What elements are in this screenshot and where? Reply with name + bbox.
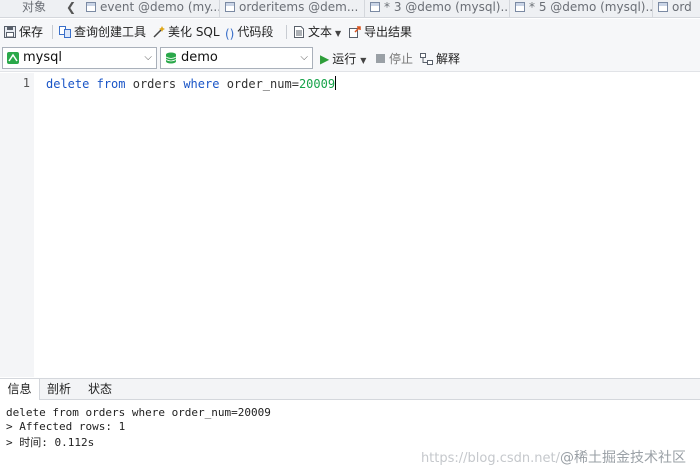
tab-query-3[interactable]: * 3 @demo (mysql)... <box>366 0 510 17</box>
export-results-label: 导出结果 <box>364 25 413 39</box>
toolbar-divider <box>52 25 53 39</box>
server-select[interactable]: mysql ⌵ <box>2 47 157 69</box>
beautify-sql-button[interactable]: 美化 SQL <box>153 23 220 41</box>
mysql-connection-icon <box>7 52 19 64</box>
query-builder-button[interactable]: 查询创建工具 <box>59 23 146 41</box>
tab-bar: 对象 ❮ event @demo (my... orderitems @dem.… <box>0 0 700 18</box>
table-icon <box>86 2 96 12</box>
code-line[interactable]: delete from orders where order_num=20009 <box>46 76 337 91</box>
chevron-left-icon[interactable]: ❮ <box>66 0 76 14</box>
line-number-gutter: 1 <box>0 73 34 377</box>
watermark-brand: @稀土掘金技术社区 <box>560 450 686 466</box>
play-icon: ▶ <box>320 52 330 66</box>
tab-profile[interactable]: 剖析 <box>40 379 78 400</box>
identifier-token: orders <box>132 77 177 91</box>
query-icon <box>370 2 380 12</box>
save-button[interactable]: 保存 <box>4 23 43 41</box>
watermark: https://blog.csdn.net/@稀土掘金技术社区 <box>421 447 686 467</box>
toolbar: 保存 查询创建工具 美化 SQL () 代码段 文本 ▼ 导出结果 <box>0 19 700 45</box>
tab-event[interactable]: event @demo (my... <box>82 0 220 17</box>
output-line: > Affected rows: 1 <box>6 420 126 433</box>
line-number: 1 <box>22 76 30 90</box>
table-icon <box>658 2 668 12</box>
tab-message[interactable]: 信息 <box>0 379 40 400</box>
beautify-sql-label: 美化 SQL <box>168 25 220 39</box>
parentheses-icon: () <box>225 27 235 41</box>
query-builder-label: 查询创建工具 <box>74 25 147 39</box>
database-select[interactable]: demo ⌵ <box>160 47 313 69</box>
export-icon <box>349 26 361 38</box>
stop-button[interactable]: 停止 <box>376 50 413 68</box>
tab-label: ord <box>672 0 692 14</box>
output-line: delete from orders where order_num=20009 <box>6 406 271 419</box>
number-token: 20009 <box>298 77 336 91</box>
identifier-token: order_num= <box>226 77 299 91</box>
tab-status[interactable]: 状态 <box>80 379 120 400</box>
database-icon <box>165 52 177 64</box>
message-output: delete from orders where order_num=20009… <box>0 401 700 475</box>
keyword-token: where <box>183 77 220 91</box>
table-icon <box>225 2 235 12</box>
query-builder-icon <box>59 26 71 38</box>
keyword-token: from <box>96 77 126 91</box>
database-select-value: demo <box>181 50 218 65</box>
watermark-url: https://blog.csdn.net/ <box>420 451 560 466</box>
save-label: 保存 <box>19 25 44 39</box>
export-results-button[interactable]: 导出结果 <box>349 23 412 41</box>
dropdown-arrow-icon[interactable]: ▼ <box>360 56 366 65</box>
tab-label: * 5 @demo (mysql)... <box>529 0 653 14</box>
magic-wand-icon <box>153 26 165 38</box>
explain-icon <box>420 53 433 65</box>
tab-label: event @demo (my... <box>100 0 220 14</box>
tab-label: 对象 <box>22 0 47 14</box>
connection-bar: mysql ⌵ demo ⌵ ▶ 运行 ▼ 停止 解释 <box>0 45 700 72</box>
code-snippet-button[interactable]: () 代码段 <box>225 23 273 41</box>
chevron-down-icon: ⌵ <box>144 52 152 63</box>
text-button[interactable]: 文本 ▼ <box>293 23 341 41</box>
run-label: 运行 <box>332 52 357 66</box>
save-icon <box>4 26 16 38</box>
result-tabs: 信息 剖析 状态 <box>0 378 700 400</box>
chevron-down-icon: ⌵ <box>300 52 308 63</box>
explain-button[interactable]: 解释 <box>420 50 460 68</box>
stop-label: 停止 <box>389 52 414 66</box>
tab-label: orderitems @dem... <box>239 0 359 14</box>
dropdown-arrow-icon: ▼ <box>335 29 342 38</box>
tab-query-5[interactable]: * 5 @demo (mysql)... <box>511 0 653 17</box>
run-button[interactable]: ▶ 运行 ▼ <box>320 50 366 68</box>
code-snippet-label: 代码段 <box>237 25 274 39</box>
output-line: > 时间: 0.112s <box>6 436 95 449</box>
keyword-token: delete <box>46 77 90 91</box>
tab-ord[interactable]: ord <box>654 0 700 17</box>
tab-orderitems[interactable]: orderitems @dem... <box>221 0 365 17</box>
document-icon <box>294 26 304 38</box>
text-cursor <box>335 76 337 90</box>
text-label: 文本 <box>308 25 333 39</box>
explain-label: 解释 <box>436 52 461 66</box>
sql-editor[interactable]: 1 delete from orders where order_num=200… <box>0 73 700 377</box>
toolbar-divider <box>286 25 287 39</box>
tab-label: * 3 @demo (mysql)... <box>384 0 510 14</box>
tab-objects[interactable]: 对象 <box>0 0 62 17</box>
server-select-value: mysql <box>23 50 62 65</box>
query-icon <box>515 2 525 12</box>
stop-icon <box>376 54 385 63</box>
